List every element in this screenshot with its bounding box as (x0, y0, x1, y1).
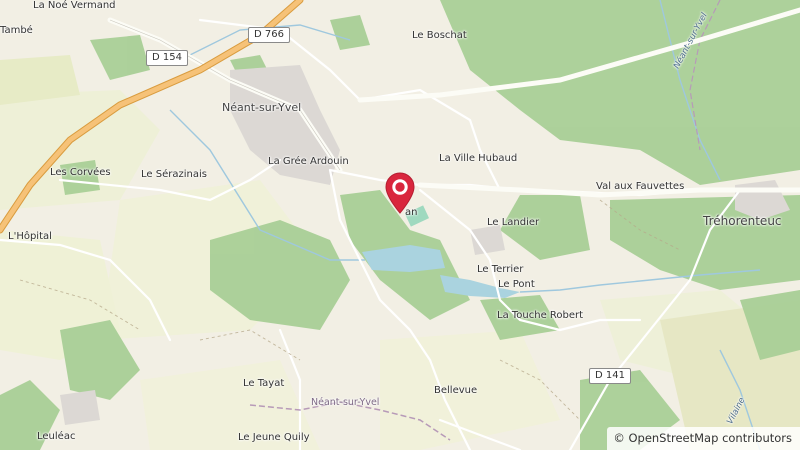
place-label-le-tayat: Le Tayat (243, 378, 285, 389)
copyright-symbol: © (613, 431, 625, 445)
place-label-le-pont: Le Pont (498, 279, 535, 290)
place-label-neant-sur-yvel: Néant-sur-Yvel (222, 101, 302, 114)
map-pin-icon[interactable] (382, 171, 418, 215)
place-label-le-terrier: Le Terrier (477, 264, 524, 275)
place-label-la-touche-robert: La Touche Robert (497, 310, 584, 321)
place-label-le-boschat: Le Boschat (412, 30, 467, 41)
attribution-suffix: contributors (722, 431, 792, 445)
place-label-le-serazinais: Le Sérazinais (141, 169, 207, 180)
place-label-les-corvees: Les Corvées (50, 167, 111, 178)
place-label-leuleac: Leuléac (37, 431, 76, 442)
road-shield-d154: D 154 (146, 50, 188, 66)
place-label-trehorenteuc: Tréhorenteuc (703, 214, 782, 228)
place-label-lhopital: L'Hôpital (8, 231, 52, 242)
place-label-val-aux-fauvettes: Val aux Fauvettes (596, 181, 685, 192)
place-label-la-gree-ardouin: La Grée Ardouin (268, 156, 349, 167)
place-label-la-ville-hubaud: La Ville Hubaud (439, 153, 518, 164)
commune-label: Néant-sur-Yvel (311, 397, 380, 408)
place-label-bellevue: Bellevue (434, 385, 478, 396)
place-label-la-noe-vermand: La Noé Vermand (33, 0, 116, 11)
openstreetmap-link[interactable]: OpenStreetMap (628, 431, 718, 445)
map-attribution: © OpenStreetMap contributors (607, 427, 800, 450)
map-view[interactable]: La Noé Vermand També Néant-sur-Yvel Le B… (0, 0, 800, 450)
place-label-le-landier: Le Landier (487, 217, 540, 228)
place-label-tambe: També (0, 25, 33, 36)
road-shield-d766: D 766 (248, 27, 290, 43)
road-shield-d141: D 141 (589, 368, 631, 384)
place-label-le-jeune-quily: Le Jeune Quily (238, 432, 310, 443)
